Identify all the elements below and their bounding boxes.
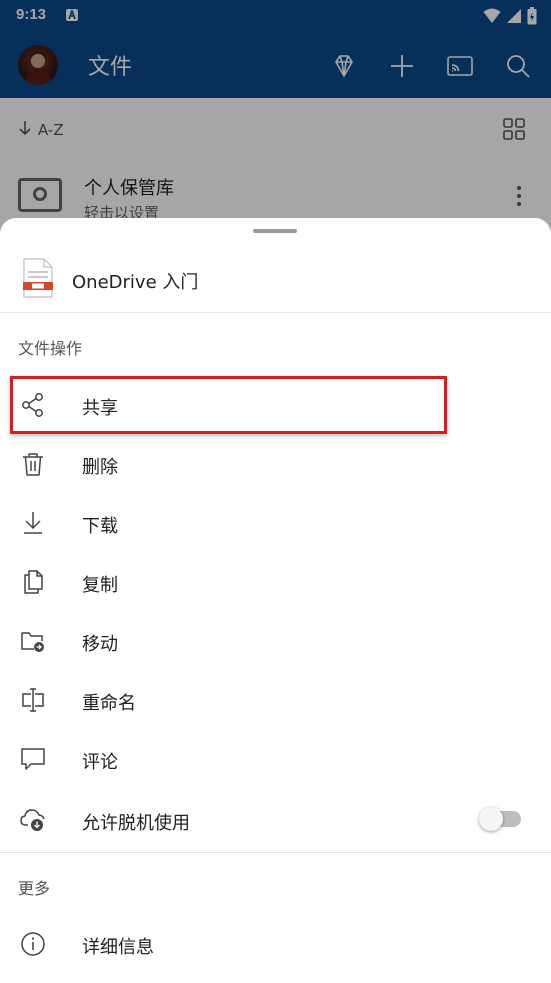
menu-item-move[interactable]: 移动 [0,613,551,671]
file-name: OneDrive 入门 [72,272,199,293]
menu-item-label: 评论 [82,752,118,773]
divider [0,312,551,313]
menu-item-label: 删除 [82,457,118,478]
section-header-more: 更多 [18,879,51,898]
menu-item-label: 详细信息 [82,937,154,958]
drag-handle[interactable] [253,229,297,233]
highlight-box [10,376,447,434]
section-header-file-actions: 文件操作 [18,339,83,358]
offline-toggle[interactable] [479,807,521,831]
info-icon [20,931,46,957]
comment-icon [20,746,46,772]
divider [0,852,551,853]
menu-item-rename[interactable]: 重命名 [0,672,551,730]
menu-item-details[interactable]: 详细信息 [0,916,551,974]
offline-cloud-icon [20,807,46,833]
trash-icon [20,451,46,477]
copy-icon [20,569,46,595]
menu-item-label: 下载 [82,516,118,537]
menu-item-download[interactable]: 下载 [0,495,551,553]
menu-item-label: 重命名 [82,693,136,714]
file-header: OneDrive 入门 [0,248,551,312]
powerpoint-file-icon [22,258,54,302]
menu-item-label: 允许脱机使用 [82,813,190,834]
menu-item-offline[interactable]: 允许脱机使用 [0,792,551,850]
menu-item-delete[interactable]: 删除 [0,436,551,494]
bottom-sheet: OneDrive 入门 文件操作 共享 删除 下载 复制 移动 重命名 评论 允… [0,218,551,983]
download-icon [20,510,46,536]
menu-item-copy[interactable]: 复制 [0,554,551,612]
rename-icon [20,687,46,713]
menu-item-label: 移动 [82,634,118,655]
menu-item-label: 复制 [82,575,118,596]
move-folder-icon [20,628,46,654]
menu-item-comment[interactable]: 评论 [0,731,551,789]
